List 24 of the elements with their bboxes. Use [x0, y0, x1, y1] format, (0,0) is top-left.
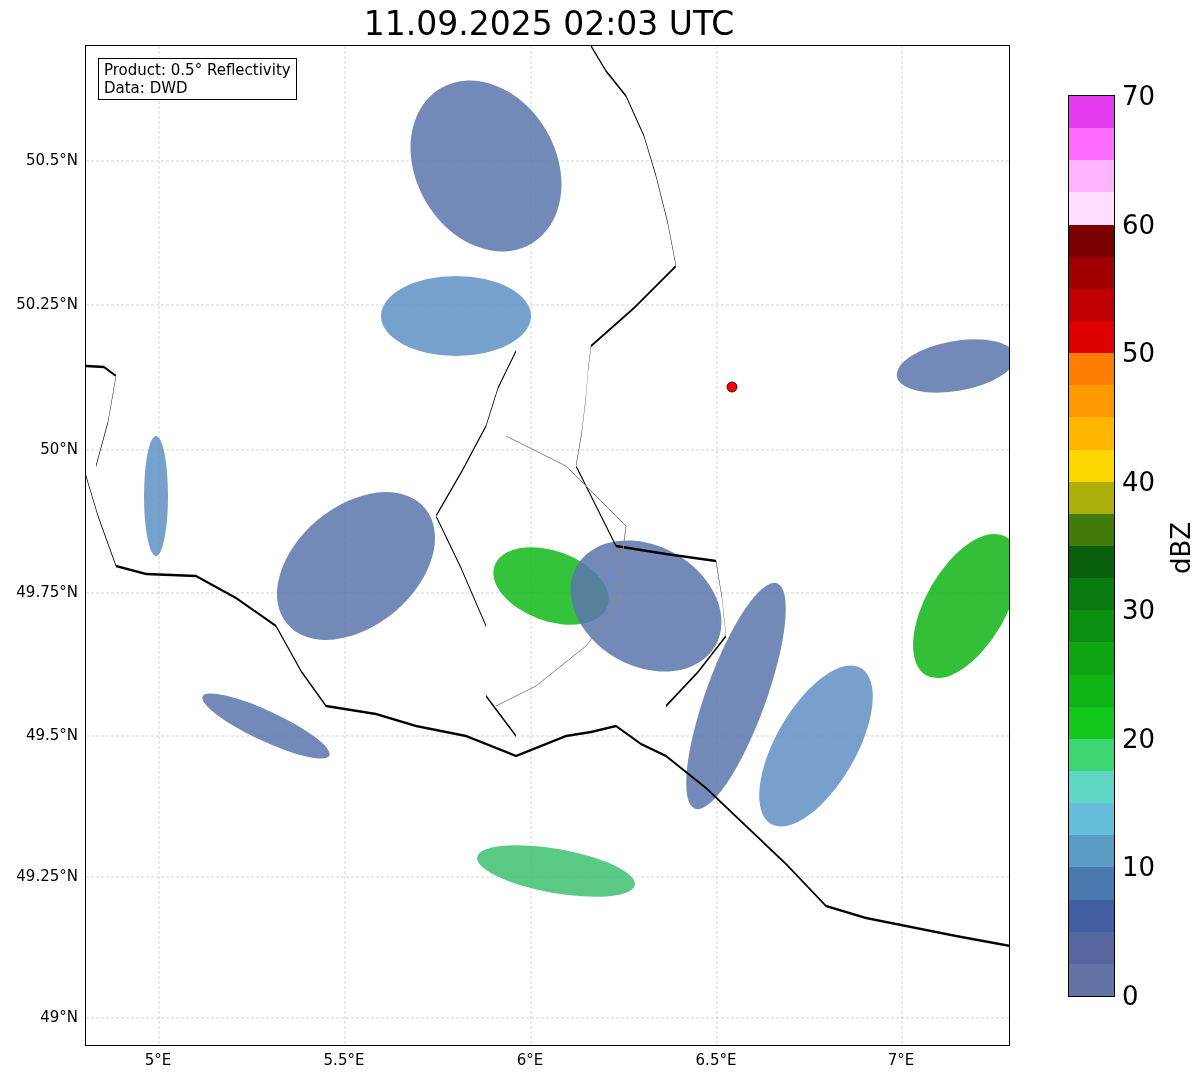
colorbar-tick-label: 30 [1122, 595, 1156, 626]
colorbar-tick-label: 70 [1122, 81, 1156, 111]
info-box: Product: 0.5° Reflectivity Data: DWD [98, 58, 297, 100]
colorbar-tick-label: 50 [1122, 338, 1156, 369]
longitude-label: 5°E [143, 1051, 173, 1069]
location-marker-icon [726, 381, 738, 393]
colorbar-tick-label: 40 [1122, 466, 1156, 497]
colorbar-tick-label: 60 [1122, 209, 1156, 240]
colorbar-tick-label: 10 [1122, 852, 1156, 883]
latitude-label: 50.25°N [16, 295, 78, 313]
colorbar-tick-label: 20 [1122, 723, 1156, 754]
longitude-label: 7°E [886, 1051, 916, 1069]
longitude-label: 5.5°E [322, 1051, 366, 1069]
latitude-label: 50°N [40, 440, 78, 458]
longitude-label: 6°E [515, 1051, 545, 1069]
colorbar-label: dBZ [1165, 520, 1197, 577]
longitude-label: 6.5°E [694, 1051, 738, 1069]
chart-title: 11.09.2025 02:03 UTC [362, 3, 736, 45]
latitude-label: 49.5°N [25, 726, 78, 744]
latitude-label: 50.5°N [25, 151, 78, 169]
latitude-label: 49.75°N [16, 583, 78, 601]
latitude-label: 49°N [40, 1008, 78, 1026]
latitude-label: 49.25°N [16, 867, 78, 885]
colorbar-tick-label: 0 [1122, 981, 1139, 1011]
